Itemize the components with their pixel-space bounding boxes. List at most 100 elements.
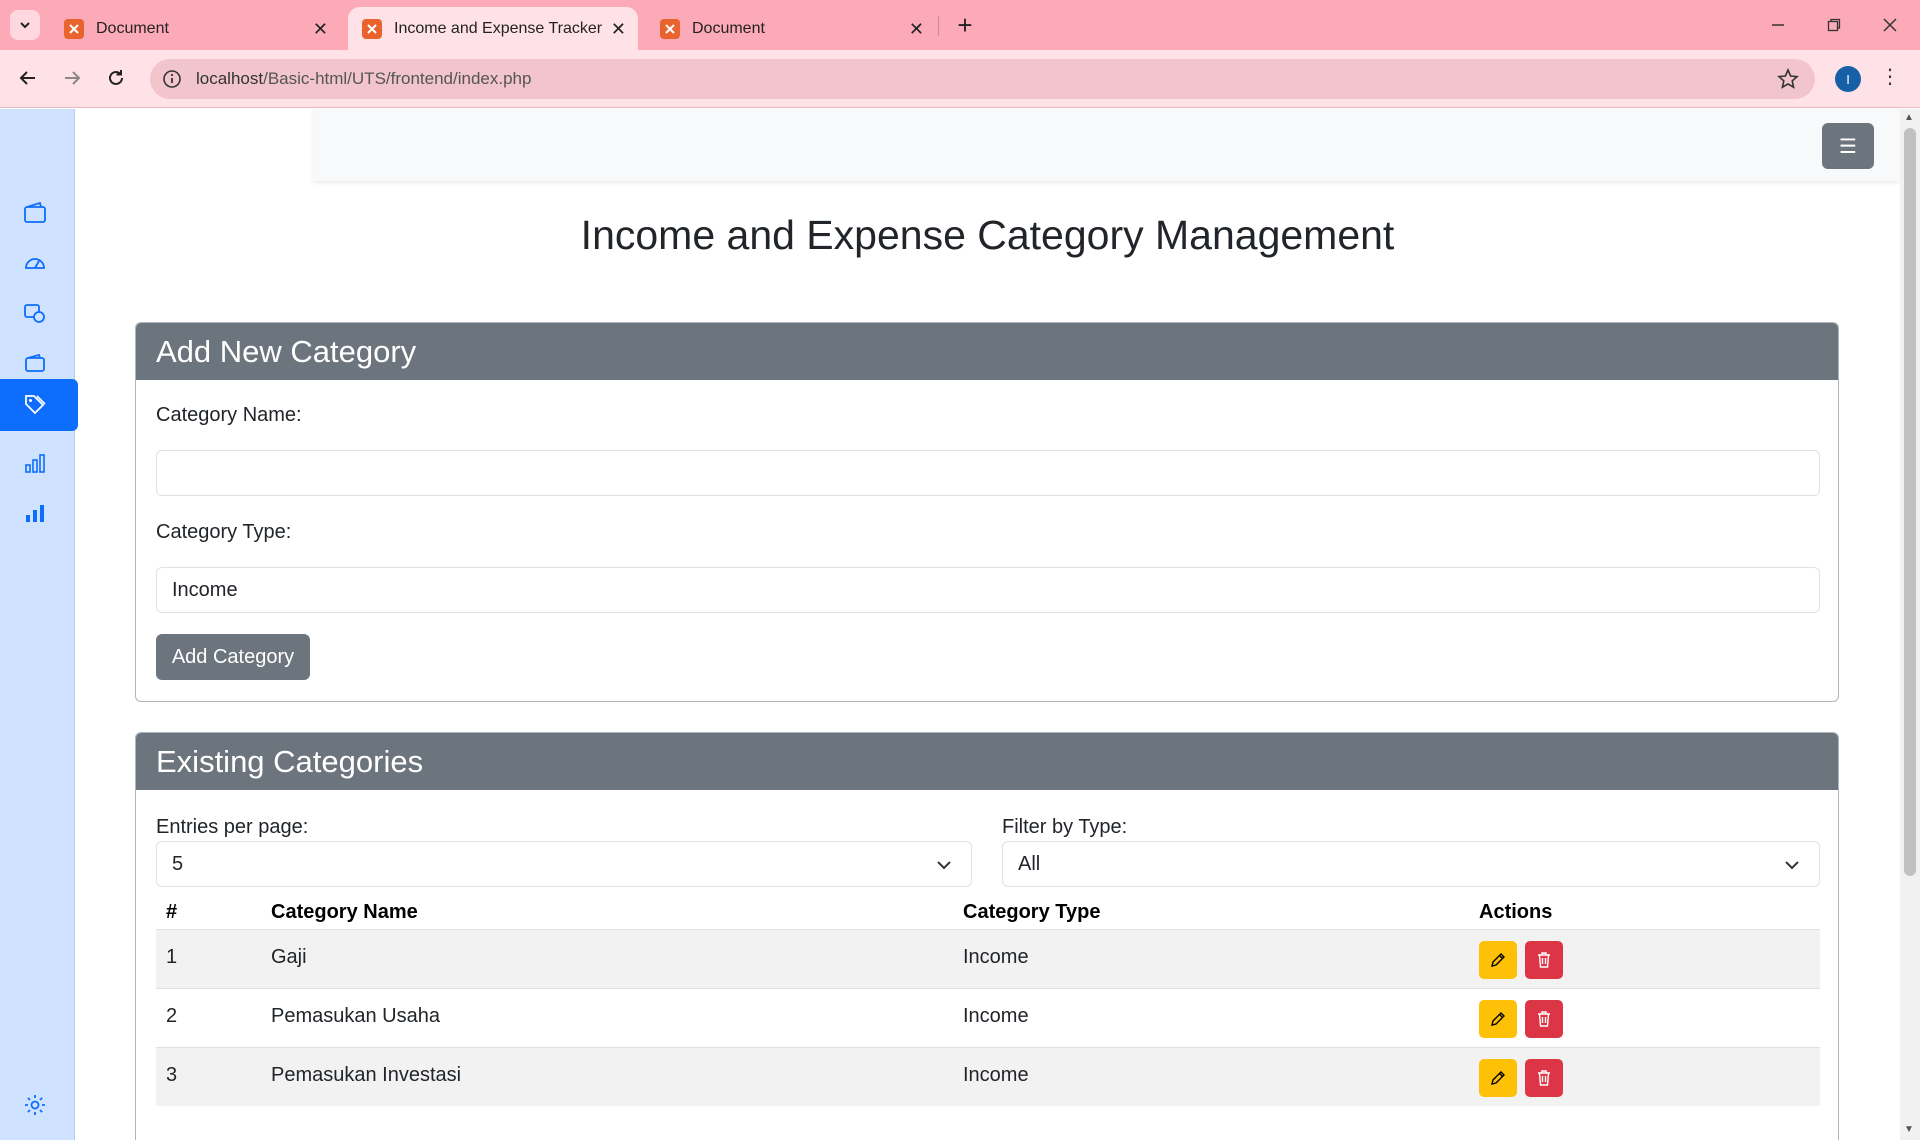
chevron-down-icon	[1785, 861, 1799, 870]
select-value: All	[1018, 852, 1041, 875]
sidebar-item-categories[interactable]	[0, 379, 78, 431]
edit-button[interactable]	[1479, 1059, 1517, 1097]
more-menu-icon[interactable]: ⋮	[1880, 64, 1900, 89]
trash-icon	[1538, 1070, 1550, 1086]
reload-button[interactable]	[98, 60, 134, 96]
sidebar-item-statistics[interactable]	[0, 489, 75, 537]
trash-icon	[1538, 1011, 1550, 1027]
pencil-icon	[1491, 1071, 1505, 1085]
tab-divider	[938, 16, 939, 36]
trash-icon	[1538, 952, 1550, 968]
bar-chart-icon	[25, 454, 45, 473]
chevron-down-icon	[20, 22, 30, 29]
tab-document-1[interactable]: Document ✕	[50, 7, 340, 50]
card-header: Existing Categories	[136, 733, 1838, 790]
card-header: Add New Category	[136, 323, 1838, 380]
menu-toggle-button[interactable]: ☰	[1822, 123, 1874, 169]
select-value: 5	[172, 852, 184, 875]
category-name-input[interactable]	[156, 450, 1820, 496]
xampp-favicon-icon	[64, 18, 84, 39]
delete-button[interactable]	[1525, 941, 1563, 979]
forward-button[interactable]	[54, 60, 90, 96]
row-category-type: Income	[963, 1005, 1029, 1027]
close-icon	[1883, 18, 1897, 32]
sidebar-item-wallet[interactable]	[0, 189, 75, 237]
site-info-icon[interactable]	[162, 69, 182, 89]
pencil-icon	[1491, 1012, 1505, 1026]
delete-button[interactable]	[1525, 1000, 1563, 1038]
arrow-right-icon	[65, 71, 81, 85]
delete-button[interactable]	[1525, 1059, 1563, 1097]
sidebar-item-reports[interactable]	[0, 439, 75, 487]
url-path: /Basic-html/UTS/frontend/index.php	[263, 69, 532, 88]
restore-button[interactable]	[1814, 10, 1854, 40]
close-icon[interactable]: ✕	[611, 19, 626, 40]
bar-chart-filled-icon	[26, 505, 44, 522]
url-host: localhost	[196, 69, 264, 88]
table-row: 3 Pemasukan Investasi Income	[156, 1047, 1820, 1106]
edit-button[interactable]	[1479, 1000, 1517, 1038]
tab-document-2[interactable]: Document ✕	[646, 7, 936, 50]
add-category-button[interactable]: Add Category	[156, 634, 310, 680]
entries-per-page-select[interactable]: 5	[156, 841, 972, 887]
category-type-select[interactable]: Income	[156, 567, 1820, 613]
minimize-button[interactable]	[1758, 10, 1798, 40]
tab-title: Document	[692, 19, 765, 37]
xampp-favicon-icon	[362, 18, 382, 39]
column-header-actions: Actions	[1479, 901, 1553, 923]
edit-button[interactable]	[1479, 941, 1517, 979]
chevron-down-icon	[937, 861, 951, 870]
filter-by-type-select[interactable]: All	[1002, 841, 1820, 887]
entries-per-page-label: Entries per page:	[156, 816, 309, 838]
sidebar-item-transactions[interactable]	[0, 289, 75, 337]
tab-title: Document	[96, 19, 169, 37]
column-header-category-name: Category Name	[271, 901, 418, 923]
url-text: localhost/Basic-html/UTS/frontend/index.…	[196, 69, 531, 89]
accounts-icon	[25, 353, 45, 372]
row-category-type: Income	[963, 946, 1029, 968]
transactions-icon	[24, 304, 45, 323]
browser-toolbar: localhost/Basic-html/UTS/frontend/index.…	[0, 50, 1920, 108]
tab-title: Income and Expense Tracker	[394, 19, 603, 37]
pencil-icon	[1491, 953, 1505, 967]
address-bar[interactable]: localhost/Basic-html/UTS/frontend/index.…	[150, 59, 1815, 99]
existing-categories-card: Existing Categories Entries per page: 5 …	[135, 732, 1839, 1140]
row-category-name: Pemasukan Usaha	[271, 1005, 440, 1027]
arrow-left-icon	[19, 71, 35, 85]
sidebar-item-dashboard[interactable]	[0, 239, 75, 287]
scrollbar-thumb[interactable]	[1904, 128, 1916, 876]
gear-icon	[25, 1095, 45, 1115]
row-category-name: Pemasukan Investasi	[271, 1064, 462, 1086]
reload-icon	[109, 70, 123, 85]
row-number: 3	[166, 1064, 178, 1086]
restore-icon	[1827, 18, 1841, 32]
browser-tab-bar: Document ✕ Income and Expense Tracker ✕ …	[0, 0, 1920, 50]
tab-search-button[interactable]	[10, 10, 40, 40]
scroll-down-arrow-icon[interactable]: ▼	[1904, 1124, 1914, 1135]
add-category-card: Add New Category Category Name: Category…	[135, 322, 1839, 702]
minimize-icon	[1772, 24, 1784, 26]
top-navbar	[313, 109, 1900, 181]
wallet-icon	[24, 201, 46, 223]
tab-income-expense-tracker[interactable]: Income and Expense Tracker ✕	[348, 7, 638, 50]
filter-by-type-label: Filter by Type:	[1002, 816, 1128, 838]
hamburger-icon: ☰	[1839, 135, 1857, 158]
sidebar-item-settings[interactable]	[0, 1085, 75, 1125]
close-window-button[interactable]	[1870, 10, 1910, 40]
bookmark-star-icon[interactable]	[1777, 68, 1799, 90]
row-category-type: Income	[963, 1064, 1029, 1086]
profile-avatar[interactable]: I	[1835, 66, 1861, 92]
close-icon[interactable]: ✕	[313, 19, 328, 40]
tags-icon	[25, 395, 46, 415]
category-type-label: Category Type:	[156, 521, 292, 543]
back-button[interactable]	[10, 60, 46, 96]
sidebar	[0, 109, 78, 1140]
close-icon[interactable]: ✕	[909, 19, 924, 40]
table-row: 1 Gaji Income	[156, 929, 1820, 988]
xampp-favicon-icon	[660, 18, 680, 39]
page-title: Income and Expense Category Management	[580, 212, 1395, 258]
new-tab-button[interactable]: +	[950, 10, 980, 40]
scroll-up-arrow-icon[interactable]: ▲	[1904, 112, 1914, 123]
column-header-number: #	[166, 901, 178, 923]
table-row: 2 Pemasukan Usaha Income	[156, 988, 1820, 1047]
